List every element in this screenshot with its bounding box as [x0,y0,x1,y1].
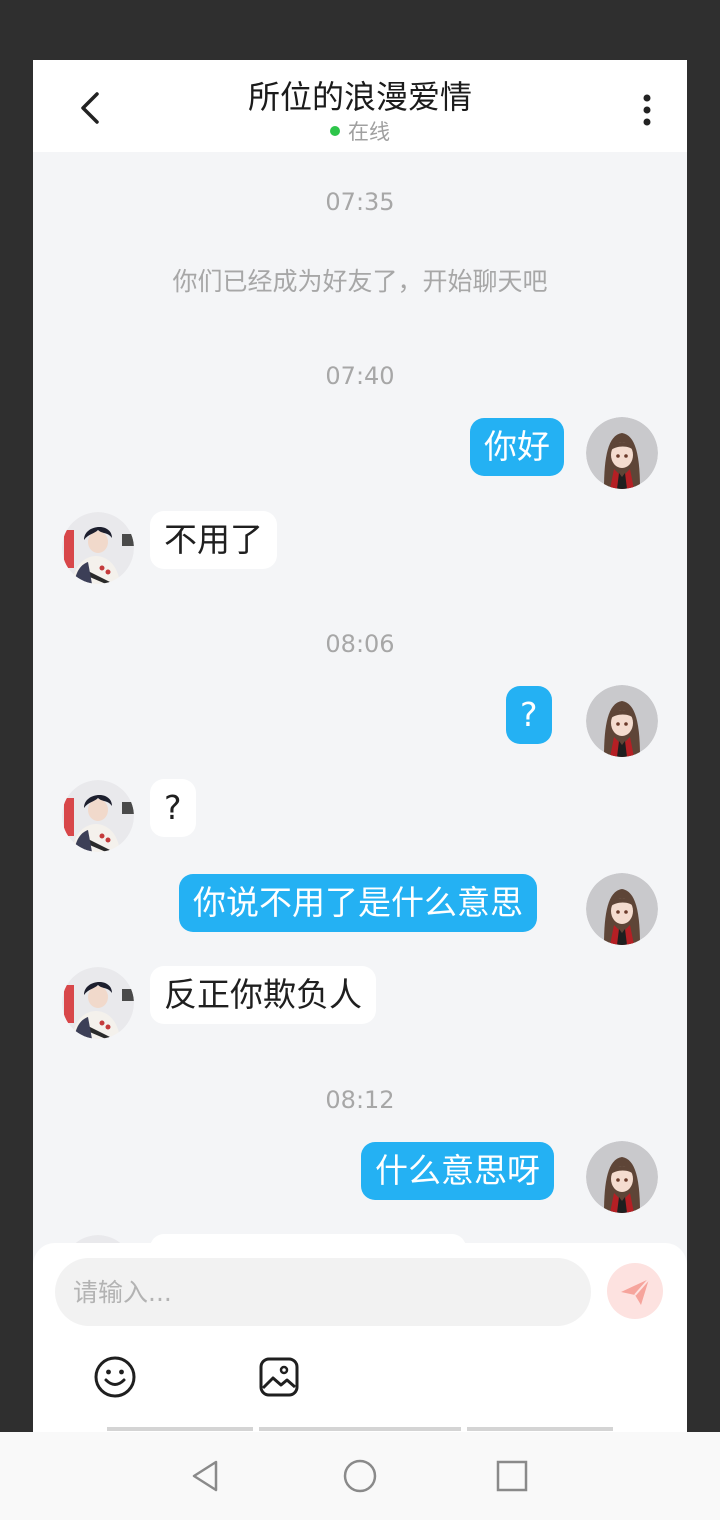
paper-plane-icon [621,1278,650,1305]
message-input[interactable] [55,1258,591,1326]
girl-avatar-icon [586,873,658,945]
chat-header: 所位的浪漫爱情 在线 [33,60,687,152]
my-avatar[interactable] [586,685,658,757]
image-icon [259,1357,299,1397]
timestamp: 08:06 [325,630,395,658]
sent-message-bubble[interactable]: 你说不用了是什么意思 [179,874,537,932]
my-avatar[interactable] [586,873,658,945]
more-options-button[interactable] [637,90,657,130]
received-message-bubble[interactable]: ? [150,779,196,837]
more-vertical-icon [643,94,651,126]
tab-indicator [107,1427,253,1431]
friend-avatar[interactable] [62,967,134,1039]
friend-avatar[interactable] [62,780,134,852]
online-status: 在线 [33,116,687,146]
nav-recents-button[interactable] [494,1458,530,1494]
nav-home-button[interactable] [342,1458,378,1494]
girl-avatar-icon [586,417,658,489]
smiley-icon [94,1356,136,1398]
chat-title: 所位的浪漫爱情 [247,78,472,116]
sent-message-bubble[interactable]: 什么意思呀 [361,1142,554,1200]
my-avatar[interactable] [586,1141,658,1213]
emoji-button[interactable] [93,1355,137,1399]
boy-avatar-icon [62,967,134,1039]
circle-home-icon [343,1459,377,1493]
friend-avatar[interactable] [62,512,134,584]
online-status-label: 在线 [348,120,390,144]
timestamp: 08:12 [325,1086,395,1114]
girl-avatar-icon [586,685,658,757]
sent-message-bubble[interactable]: 你好 [470,418,564,476]
received-message-bubble[interactable]: 反正你欺负人 [150,966,376,1024]
chat-screen: 所位的浪漫爱情 在线 07:35 你们已经成为好友了，开始聊天吧 07:40 你… [33,60,687,1432]
triangle-back-icon [192,1460,218,1492]
boy-avatar-icon [62,780,134,852]
online-dot-icon [330,126,340,136]
boy-avatar-icon [62,512,134,584]
received-message-bubble[interactable]: 不用了 [150,511,277,569]
tab-indicator [467,1427,613,1431]
system-message: 你们已经成为好友了，开始聊天吧 [172,267,548,296]
system-navigation-bar [0,1432,720,1520]
image-button[interactable] [257,1355,301,1399]
input-panel [33,1243,687,1432]
sent-message-bubble[interactable]: ? [506,686,552,744]
send-button[interactable] [607,1263,663,1319]
timestamp: 07:40 [325,362,395,390]
timestamp: 07:35 [325,188,395,216]
nav-back-button[interactable] [188,1458,224,1494]
my-avatar[interactable] [586,417,658,489]
girl-avatar-icon [586,1141,658,1213]
tab-indicator [259,1427,461,1431]
square-recents-icon [496,1460,528,1492]
